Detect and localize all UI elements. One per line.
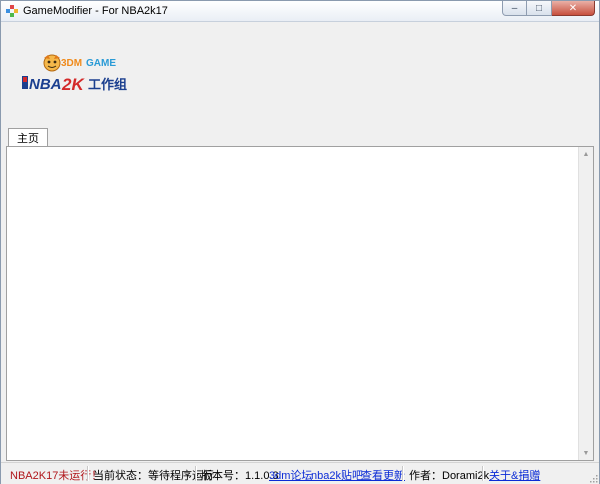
minimize-icon: –	[511, 2, 518, 14]
window-controls: – □ ✕	[502, 1, 595, 17]
version-text: 版本号：1.1.0.3	[201, 470, 279, 482]
check-update-link[interactable]: 查看更新	[361, 467, 405, 483]
minimize-button[interactable]: –	[502, 1, 527, 16]
status-separator	[87, 466, 89, 481]
app-window: GameModifier - For NBA2k17 – □ ✕ 3DM GAM…	[0, 0, 600, 484]
status-separator	[195, 466, 197, 481]
app-icon	[6, 5, 18, 17]
scroll-down-icon[interactable]: ▼	[579, 446, 593, 460]
forum-link[interactable]: 3dm论坛	[269, 467, 312, 483]
main-content-panel: ▲ ▼	[6, 146, 594, 461]
resize-grip-icon[interactable]	[588, 473, 598, 483]
title-bar[interactable]: GameModifier - For NBA2k17 – □ ✕	[1, 1, 599, 22]
close-icon: ✕	[568, 2, 578, 14]
3dm-nba2k-logo: 3DM GAME NBA 2K 工作组	[22, 54, 127, 94]
tab-home-label: 主页	[17, 132, 39, 145]
author-text: 作者：Dorami2k	[409, 470, 490, 482]
scroll-up-icon[interactable]: ▲	[579, 147, 593, 161]
svg-text:NBA: NBA	[29, 76, 62, 93]
maximize-icon: □	[535, 2, 543, 14]
svg-text:GAME: GAME	[86, 58, 116, 69]
vertical-scrollbar[interactable]: ▲ ▼	[578, 147, 593, 460]
svg-text:2K: 2K	[61, 75, 85, 94]
window-title: GameModifier - For NBA2k17	[23, 5, 168, 17]
status-separator	[482, 466, 484, 481]
about-donate-link[interactable]: 关于&捐赠	[489, 467, 540, 483]
tab-home[interactable]: 主页	[8, 128, 48, 146]
close-button[interactable]: ✕	[552, 1, 595, 16]
tab-strip: 主页	[6, 126, 594, 146]
status-bar: NBA2K17未运行！ 当前状态：等待程序运行 版本号：1.1.0.3 3dm论…	[1, 462, 599, 484]
tieba-link[interactable]: nba2k贴吧	[311, 467, 363, 483]
svg-text:工作组: 工作组	[88, 77, 127, 93]
status-separator	[402, 466, 404, 481]
maximize-button[interactable]: □	[527, 1, 552, 16]
header-banner: 3DM GAME NBA 2K 工作组	[6, 22, 594, 125]
svg-text:3DM: 3DM	[61, 58, 82, 69]
